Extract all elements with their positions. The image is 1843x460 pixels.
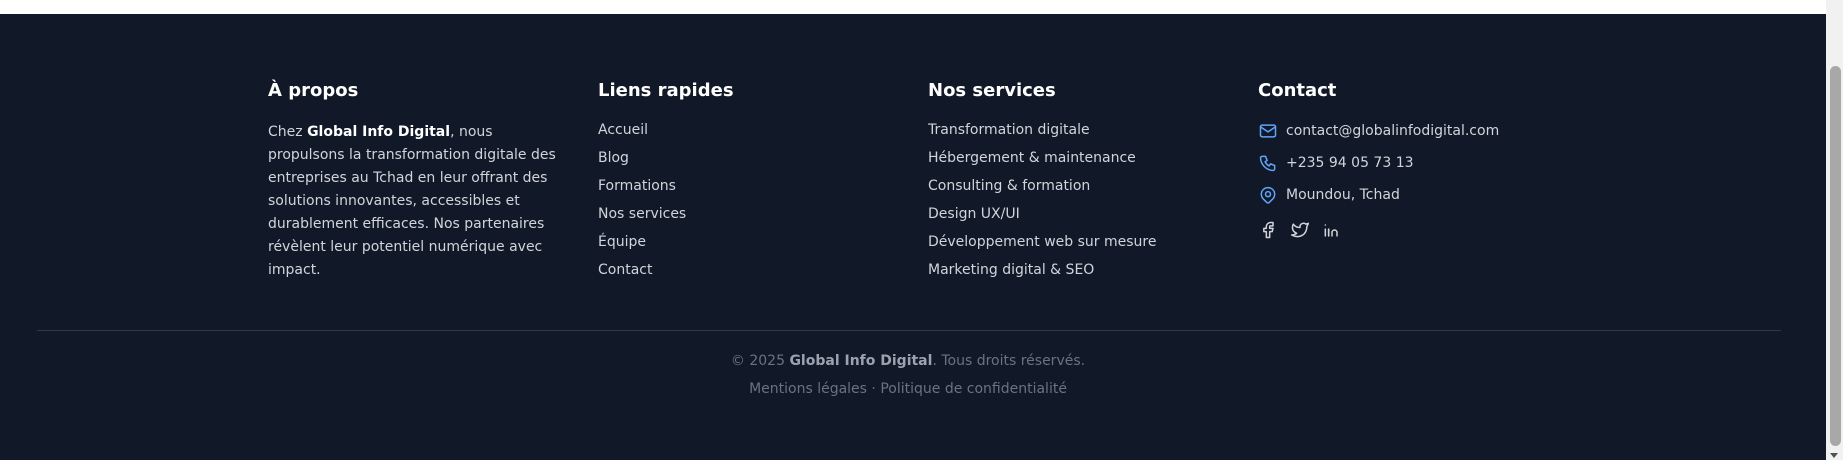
scroll-down-arrow-icon[interactable] [1830, 453, 1838, 458]
linkedin-icon[interactable] [1322, 220, 1342, 240]
link-blog[interactable]: Blog [598, 150, 629, 166]
service-link-marketing[interactable]: Marketing digital & SEO [928, 262, 1094, 278]
service-link-design[interactable]: Design UX/UI [928, 206, 1020, 222]
contact-heading: Contact [1258, 80, 1337, 101]
list-item: Accueil [598, 121, 686, 149]
list-item: Transformation digitale [928, 121, 1156, 149]
contact-phone[interactable]: +235 94 05 73 13 [1258, 152, 1414, 174]
phone-icon [1259, 155, 1276, 172]
list-item: Consulting & formation [928, 177, 1156, 205]
contact-location: Moundou, Tchad [1258, 184, 1400, 206]
link-equipe[interactable]: Équipe [598, 234, 646, 250]
copyright-suffix: . Tous droits réservés. [932, 353, 1086, 369]
scrollbar-thumb[interactable] [1830, 66, 1841, 446]
contact-location-text: Moundou, Tchad [1286, 187, 1400, 203]
social-links [1258, 220, 1342, 240]
link-accueil[interactable]: Accueil [598, 122, 648, 138]
link-formations[interactable]: Formations [598, 178, 676, 194]
facebook-icon[interactable] [1258, 220, 1278, 240]
list-item: Contact [598, 261, 686, 289]
privacy-policy-link[interactable]: Politique de confidentialité [880, 381, 1067, 397]
site-footer: À propos Chez Global Info Digital, nous … [0, 14, 1826, 460]
mail-icon [1259, 124, 1277, 138]
about-text: Chez Global Info Digital, nous propulson… [268, 121, 558, 282]
about-heading: À propos [268, 80, 359, 101]
list-item: Équipe [598, 233, 686, 261]
contact-email-text: contact@globalinfodigital.com [1286, 123, 1500, 139]
about-text-before: Chez [268, 124, 308, 140]
copyright-brand: Global Info Digital [789, 353, 933, 369]
services-heading: Nos services [928, 80, 1056, 101]
copyright-prefix: © 2025 [730, 353, 790, 369]
legal-links: Mentions légales · Politique de confiden… [0, 381, 1816, 397]
service-link-hebergement[interactable]: Hébergement & maintenance [928, 150, 1136, 166]
twitter-icon[interactable] [1290, 220, 1310, 240]
services-list: Transformation digitale Hébergement & ma… [928, 121, 1156, 289]
list-item: Hébergement & maintenance [928, 149, 1156, 177]
quick-links-heading: Liens rapides [598, 80, 734, 101]
location-pin-icon [1260, 186, 1276, 204]
service-link-transformation[interactable]: Transformation digitale [928, 122, 1090, 138]
list-item: Design UX/UI [928, 205, 1156, 233]
about-brand: Global Info Digital [307, 124, 451, 140]
contact-phone-text: +235 94 05 73 13 [1286, 155, 1414, 171]
list-item: Nos services [598, 205, 686, 233]
legal-notice-link[interactable]: Mentions légales [749, 381, 867, 397]
vertical-scrollbar[interactable] [1826, 0, 1843, 460]
footer-divider [37, 330, 1781, 331]
link-contact[interactable]: Contact [598, 262, 652, 278]
link-nos-services[interactable]: Nos services [598, 206, 686, 222]
legal-separator: · [866, 381, 881, 397]
list-item: Formations [598, 177, 686, 205]
copyright: © 2025 Global Info Digital. Tous droits … [0, 353, 1816, 369]
list-item: Marketing digital & SEO [928, 261, 1156, 289]
about-text-after: , nous propulsons la transformation digi… [268, 124, 556, 278]
service-link-consulting[interactable]: Consulting & formation [928, 178, 1090, 194]
list-item: Développement web sur mesure [928, 233, 1156, 261]
service-link-developpement[interactable]: Développement web sur mesure [928, 234, 1156, 250]
list-item: Blog [598, 149, 686, 177]
quick-links-list: Accueil Blog Formations Nos services Équ… [598, 121, 686, 289]
contact-email[interactable]: contact@globalinfodigital.com [1258, 120, 1499, 142]
